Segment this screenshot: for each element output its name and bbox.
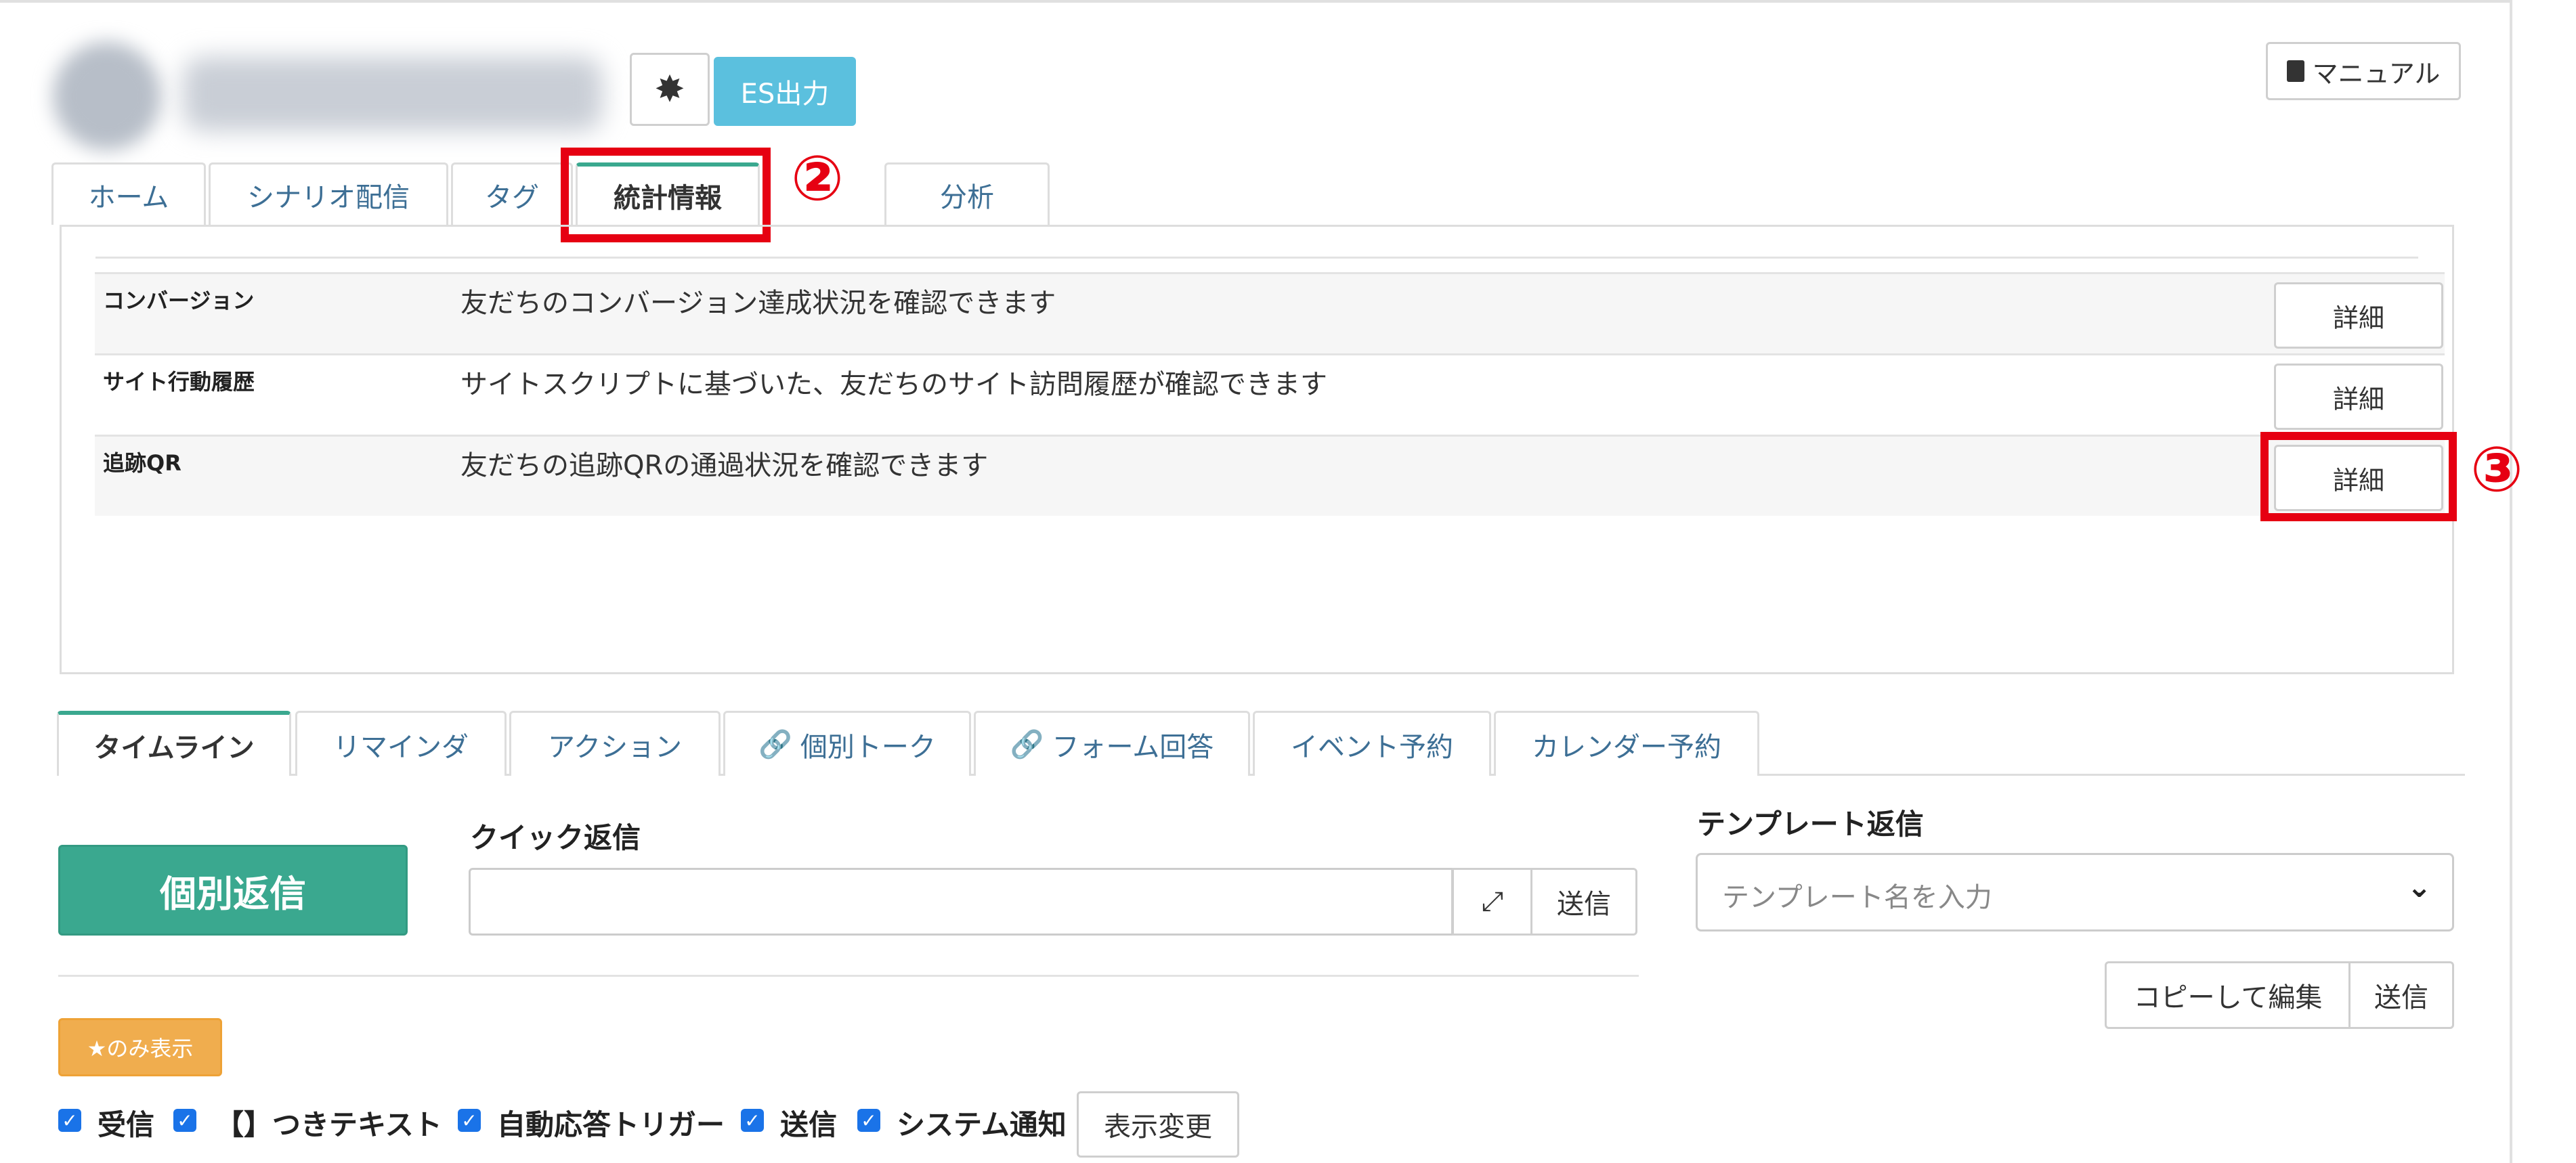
link-icon: 🔗 bbox=[758, 729, 792, 760]
page-frame-right bbox=[2510, 0, 2512, 1163]
template-select[interactable]: テンプレート名を入力 ⌄ bbox=[1696, 853, 2454, 931]
template-placeholder: テンプレート名を入力 bbox=[1722, 882, 1992, 913]
stat-name: コンバージョン bbox=[103, 288, 255, 313]
checkbox-system-notice[interactable]: ✓ bbox=[857, 1109, 880, 1132]
settings-button[interactable]: ✸ bbox=[630, 53, 710, 126]
stat-row-tracking-qr: 追跡QR 友だちの追跡QRの通過状況を確認できます 詳細 bbox=[95, 435, 2445, 516]
tab-calendar-booking[interactable]: カレンダー予約 bbox=[1494, 711, 1759, 776]
checkbox-label-auto-response-trigger: 自動応答トリガー bbox=[497, 1108, 725, 1141]
star-only-button[interactable]: ★のみ表示 bbox=[58, 1018, 222, 1076]
apply-display-button[interactable]: 表示変更 bbox=[1077, 1091, 1239, 1158]
checkbox-auto-response-trigger[interactable]: ✓ bbox=[458, 1109, 481, 1132]
checkbox-sent[interactable]: ✓ bbox=[741, 1109, 764, 1132]
manual-button[interactable]: マニュアル bbox=[2266, 42, 2461, 100]
manual-label: マニュアル bbox=[2312, 58, 2441, 89]
stat-name: サイト行動履歴 bbox=[103, 369, 255, 395]
panel-divider bbox=[95, 257, 2418, 259]
stat-description: 友だちの追跡QRの通過状況を確認できます bbox=[460, 450, 989, 481]
gear-icon: ✸ bbox=[654, 68, 685, 110]
stat-description: 友だちのコンバージョン達成状況を確認できます bbox=[460, 288, 1056, 319]
tab-home[interactable]: ホーム bbox=[51, 162, 206, 225]
tab-scenario-delivery[interactable]: シナリオ配信 bbox=[209, 162, 448, 225]
checkbox-label-bracket-text: 【】つきテキスト bbox=[215, 1108, 442, 1141]
annotation-step-2: ② bbox=[791, 142, 844, 215]
link-icon: 🔗 bbox=[1010, 729, 1044, 760]
checkbox-received[interactable]: ✓ bbox=[58, 1109, 81, 1132]
stat-description: サイトスクリプトに基づいた、友だちのサイト訪問履歴が確認できます bbox=[460, 369, 1327, 400]
annotation-box-detail-button bbox=[2260, 432, 2457, 521]
es-export-button[interactable]: ES出力 bbox=[714, 57, 856, 126]
stat-name: 追跡QR bbox=[103, 450, 181, 476]
template-reply-title: テンプレート返信 bbox=[1697, 808, 1924, 841]
es-export-label: ES出力 bbox=[740, 79, 830, 110]
tab-analysis[interactable]: 分析 bbox=[884, 162, 1050, 225]
tab-form-answers[interactable]: 🔗 フォーム回答 bbox=[974, 711, 1250, 776]
chevron-down-icon: ⌄ bbox=[2407, 870, 2432, 904]
user-name-blurred bbox=[183, 57, 603, 131]
top-tab-bar: ホーム シナリオ配信 タグ 統計情報 分析 bbox=[51, 162, 2449, 225]
stat-row-conversion: コンバージョン 友だちのコンバージョン達成状況を確認できます 詳細 bbox=[95, 272, 2445, 353]
tab-reminder[interactable]: リマインダ bbox=[295, 711, 507, 776]
template-send-button[interactable]: 送信 bbox=[2348, 961, 2454, 1029]
checkbox-label-sent: 送信 bbox=[780, 1108, 838, 1141]
checkbox-label-system-notice: システム通知 bbox=[897, 1108, 1067, 1141]
annotation-step-3: ③ bbox=[2470, 433, 2523, 506]
tab-action[interactable]: アクション bbox=[509, 711, 721, 776]
checkbox-bracket-text[interactable]: ✓ bbox=[173, 1109, 196, 1132]
expand-button[interactable]: ⤢ bbox=[1452, 868, 1533, 936]
tab-tags[interactable]: タグ bbox=[451, 162, 573, 225]
site-history-detail-button[interactable]: 詳細 bbox=[2274, 364, 2443, 430]
reply-divider bbox=[58, 975, 1639, 977]
conversion-detail-button[interactable]: 詳細 bbox=[2274, 282, 2443, 349]
page-frame-top bbox=[0, 0, 2512, 3]
stat-row-site-history: サイト行動履歴 サイトスクリプトに基づいた、友だちのサイト訪問履歴が確認できます… bbox=[95, 353, 2445, 435]
tab-timeline[interactable]: タイムライン bbox=[57, 711, 291, 776]
quick-send-button[interactable]: 送信 bbox=[1530, 868, 1637, 936]
avatar bbox=[53, 42, 161, 150]
copy-edit-button[interactable]: コピーして編集 bbox=[2105, 961, 2351, 1029]
individual-reply-label: 個別返信 bbox=[160, 872, 306, 915]
tab-individual-talk[interactable]: 🔗 個別トーク bbox=[723, 711, 971, 776]
quick-reply-input[interactable] bbox=[469, 868, 1453, 936]
expand-icon: ⤢ bbox=[1482, 886, 1503, 917]
individual-reply-button[interactable]: 個別返信 bbox=[58, 845, 408, 936]
quick-reply-title: クイック返信 bbox=[470, 821, 641, 854]
bottom-tab-bar: タイムライン リマインダ アクション 🔗 個別トーク 🔗 フォーム回答 イベント予約… bbox=[57, 711, 2465, 776]
checkbox-label-received: 受信 bbox=[98, 1108, 155, 1141]
book-icon bbox=[2286, 60, 2304, 82]
tab-event-booking[interactable]: イベント予約 bbox=[1253, 711, 1491, 776]
